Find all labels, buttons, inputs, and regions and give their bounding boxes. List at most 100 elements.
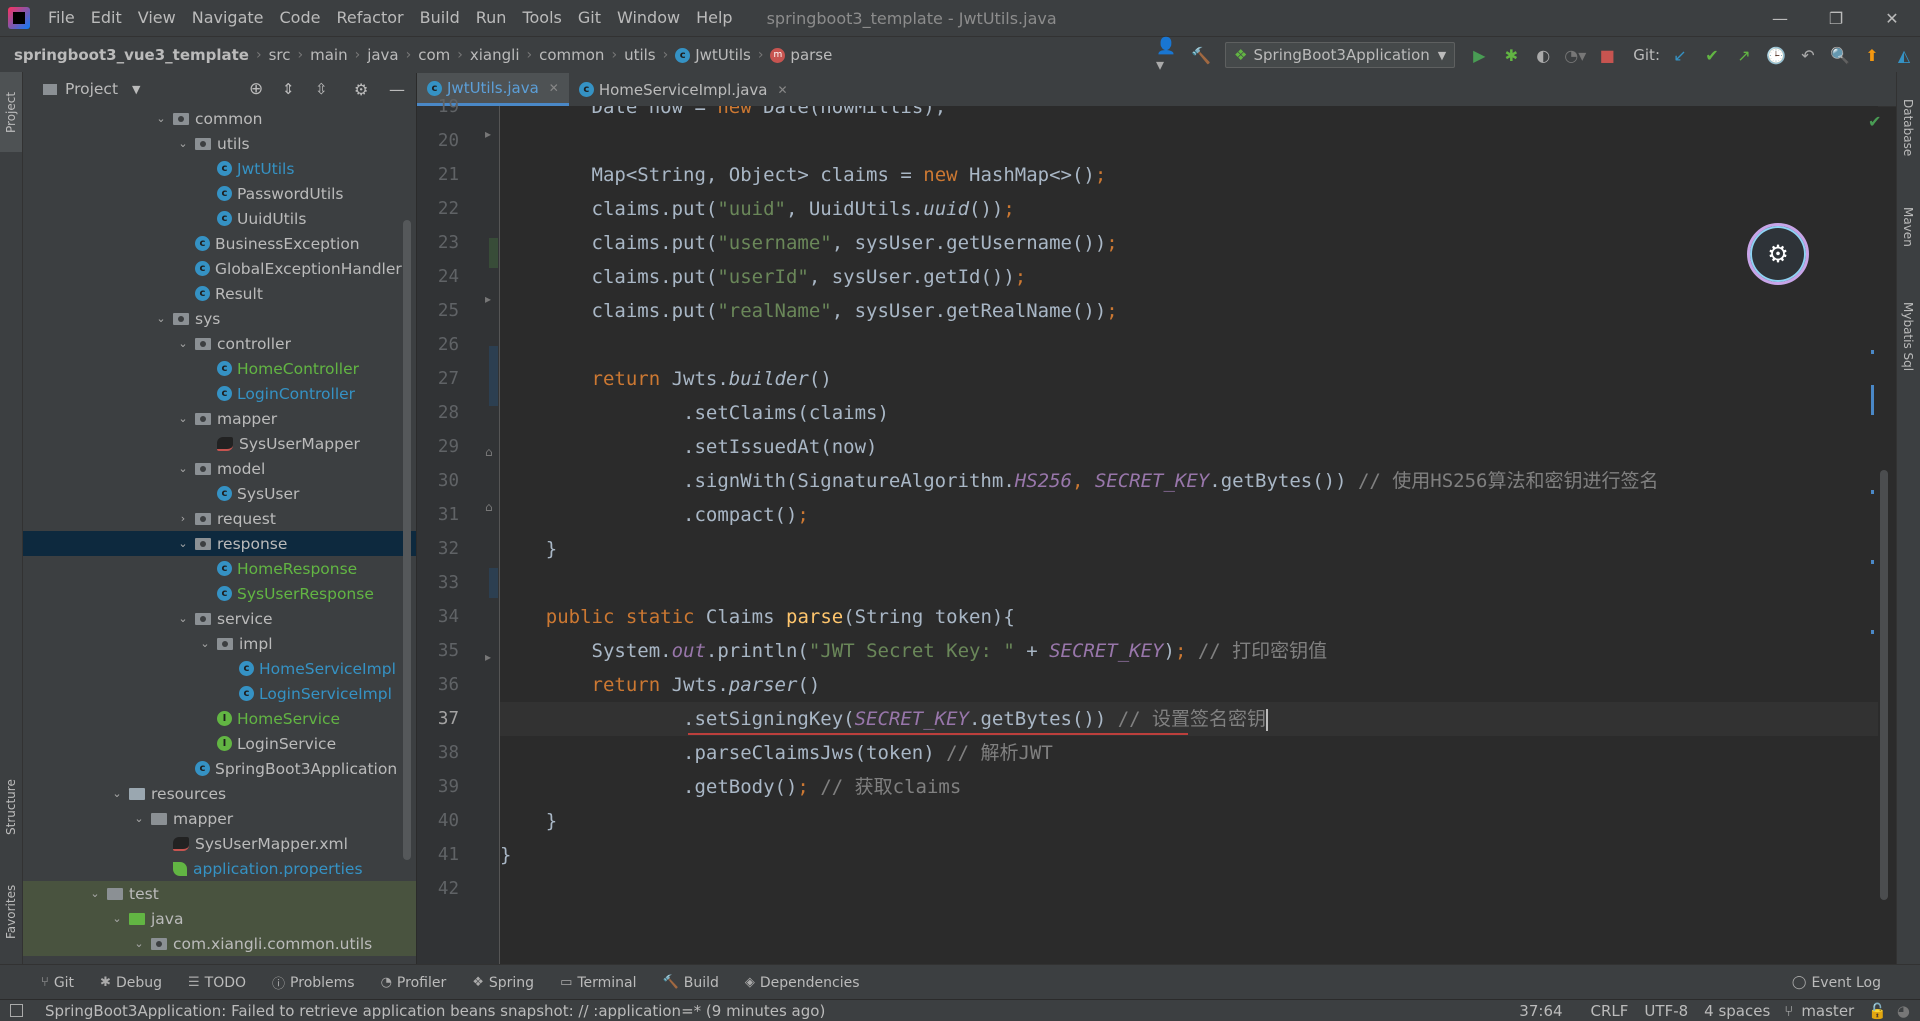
menu-refactor[interactable]: Refactor [328, 0, 411, 36]
tree-item[interactable]: c GlobalExceptionHandler [23, 256, 416, 281]
tree-item[interactable]: SysUserMapper.xml [23, 831, 416, 856]
tool-tab-profiler[interactable]: ◔ Profiler [368, 975, 460, 991]
breadcrumb-item[interactable]: xiangli [466, 46, 524, 64]
event-log-tab[interactable]: ◯ Event Log [1779, 975, 1894, 991]
tree-item[interactable]: c SysUserResponse [23, 581, 416, 606]
chevron-down-icon[interactable]: ⌄ [153, 312, 169, 325]
code-line[interactable]: .setIssuedAt(now) [500, 430, 877, 464]
tool-tab-git[interactable]: ⑂ Git [28, 975, 87, 991]
chevron-down-icon[interactable]: ⌄ [175, 137, 191, 150]
code-line[interactable]: Date now = new Date(nowMillis); [500, 106, 947, 124]
tree-item[interactable]: ⌄ common [23, 106, 416, 131]
close-tab-icon[interactable]: ✕ [778, 83, 788, 97]
code-line[interactable]: return Jwts.parser() [500, 668, 821, 702]
tool-tab-debug[interactable]: ✱ Debug [87, 975, 175, 991]
tree-item[interactable]: c Result [23, 281, 416, 306]
status-square-icon[interactable] [10, 1004, 23, 1017]
chevron-down-icon[interactable]: ⌄ [131, 812, 147, 825]
code-line[interactable]: .compact(); [500, 498, 809, 532]
code-line[interactable]: } [500, 838, 511, 872]
tool-tab-terminal[interactable]: ▭ Terminal [547, 975, 649, 991]
tree-item[interactable]: ⌄ mapper [23, 406, 416, 431]
code-editor[interactable]: Date now = new Date(nowMillis); Map<Stri… [500, 106, 1878, 964]
tree-item[interactable]: SysUserMapper [23, 431, 416, 456]
debug-icon[interactable]: ✱ [1498, 42, 1524, 68]
code-with-me-icon[interactable]: ◭ [1891, 42, 1917, 68]
close-tab-icon[interactable]: ✕ [549, 81, 559, 95]
menu-edit[interactable]: Edit [83, 0, 130, 36]
menu-run[interactable]: Run [468, 0, 515, 36]
breadcrumb-item[interactable]: m parse [766, 46, 836, 64]
breadcrumb-item[interactable]: c JwtUtils [671, 46, 755, 64]
vcs-change-marker[interactable] [489, 238, 498, 268]
tree-item[interactable]: c LoginServiceImpl [23, 681, 416, 706]
maven-tool-tab[interactable]: Maven [1897, 187, 1919, 267]
code-line[interactable]: claims.put("username", sysUser.getUserna… [500, 226, 1118, 260]
code-line[interactable]: claims.put("userId", sysUser.getId()); [500, 260, 1027, 294]
breadcrumb-item[interactable]: com [414, 46, 454, 64]
git-commit-icon[interactable]: ✔ [1699, 42, 1725, 68]
menu-view[interactable]: View [130, 0, 184, 36]
tree-item[interactable]: application.properties [23, 856, 416, 881]
tool-tab-problems[interactable]: ⓘ Problems [259, 973, 368, 993]
chevron-down-icon[interactable]: ⌄ [87, 887, 103, 900]
update-icon[interactable]: ⬆ [1859, 42, 1885, 68]
menu-code[interactable]: Code [272, 0, 329, 36]
caret-position[interactable]: 37:64 [1511, 1002, 1582, 1020]
tree-item[interactable]: ⌄ java [23, 906, 416, 931]
menu-build[interactable]: Build [412, 0, 468, 36]
menu-navigate[interactable]: Navigate [184, 0, 272, 36]
breadcrumb-item[interactable]: java [363, 46, 402, 64]
ai-assistant-icon[interactable]: ⚙ [1747, 223, 1809, 285]
chevron-down-icon[interactable]: ⌄ [175, 337, 191, 350]
code-line[interactable]: .setClaims(claims) [500, 396, 889, 430]
line-separator[interactable]: CRLF [1583, 1002, 1637, 1020]
chevron-right-icon[interactable]: › [175, 512, 191, 525]
tree-item[interactable]: ⌄ test [23, 881, 416, 906]
menu-git[interactable]: Git [570, 0, 609, 36]
code-line[interactable]: } [500, 804, 557, 838]
tree-item[interactable]: ⌄ response [23, 531, 416, 556]
project-tool-tab[interactable]: Project [0, 72, 22, 152]
tree-item[interactable]: ⌄ service [23, 606, 416, 631]
menu-window[interactable]: Window [609, 0, 688, 36]
chevron-down-icon[interactable]: ⌄ [109, 912, 125, 925]
tree-item[interactable]: I HomeService [23, 706, 416, 731]
file-encoding[interactable]: UTF-8 [1636, 1002, 1696, 1020]
tool-tab-spring[interactable]: ❖ Spring [459, 975, 547, 991]
chevron-down-icon[interactable]: ⌄ [175, 612, 191, 625]
tree-item[interactable]: ⌄ utils [23, 131, 416, 156]
breadcrumb-item[interactable]: src [265, 46, 295, 64]
no-problems-check-icon[interactable]: ✔ [1868, 112, 1881, 131]
tree-item[interactable]: c BusinessException [23, 231, 416, 256]
chevron-down-icon[interactable]: ⌄ [175, 412, 191, 425]
run-icon[interactable]: ▶ [1466, 42, 1492, 68]
editor-scrollbar[interactable] [1880, 470, 1888, 900]
tree-item[interactable]: c SysUser [23, 481, 416, 506]
project-scrollbar[interactable] [403, 220, 411, 860]
mybatis-sql-tool-tab[interactable]: Mybatis Sql [1897, 282, 1919, 392]
code-line[interactable]: public static Claims parse(String token)… [500, 600, 1015, 634]
project-panel-title[interactable]: Project [65, 80, 118, 98]
close-icon[interactable]: ✕ [1864, 0, 1920, 36]
vcs-change-marker[interactable] [489, 568, 498, 598]
menu-tools[interactable]: Tools [514, 0, 569, 36]
search-icon[interactable]: 🔍 [1827, 42, 1853, 68]
code-line[interactable]: claims.put("realName", sysUser.getRealNa… [500, 294, 1118, 328]
status-message[interactable]: SpringBoot3Application: Failed to retrie… [31, 1002, 833, 1020]
fold-start-icon[interactable]: ⌂ [485, 500, 493, 514]
tree-item[interactable]: ⌄ controller [23, 331, 416, 356]
chevron-down-icon[interactable]: ⌄ [131, 937, 147, 950]
minimize-icon[interactable]: — [1752, 0, 1808, 36]
breadcrumb-item[interactable]: utils [620, 46, 660, 64]
coverage-icon[interactable]: ◐ [1530, 42, 1556, 68]
code-line[interactable]: } [500, 532, 557, 566]
expand-all-icon[interactable]: ⇕ [282, 80, 295, 98]
tree-item[interactable]: c LoginController [23, 381, 416, 406]
code-line[interactable]: System.out.println("JWT Secret Key: " + … [500, 634, 1328, 668]
tree-item[interactable]: c PasswordUtils [23, 181, 416, 206]
git-push-icon[interactable]: ↗ [1731, 42, 1757, 68]
error-stripe-mark[interactable] [1871, 490, 1874, 494]
tree-item[interactable]: ⌄ resources [23, 781, 416, 806]
chevron-down-icon[interactable]: ⌄ [175, 537, 191, 550]
